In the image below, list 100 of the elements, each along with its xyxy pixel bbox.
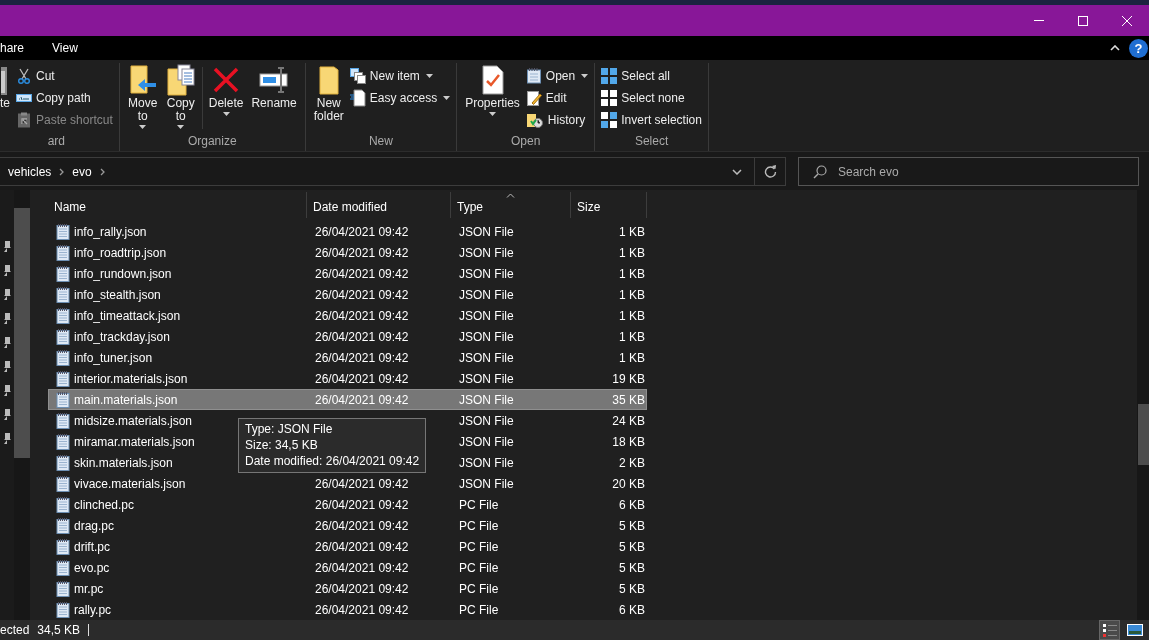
history-button[interactable]: History — [525, 111, 589, 129]
select-none-button[interactable]: Select none — [601, 89, 702, 107]
pin-icon[interactable] — [2, 432, 12, 446]
copy-to-button[interactable]: Copy to — [163, 63, 198, 129]
file-name[interactable]: midsize.materials.json — [74, 413, 193, 428]
view-button[interactable] — [1099, 620, 1120, 640]
scrollbar[interactable] — [14, 190, 30, 620]
paste-button[interactable]: te — [0, 63, 12, 110]
file-name[interactable]: info_timeattack.json — [74, 308, 181, 323]
address-bar[interactable]: vehicles evo — [0, 157, 786, 186]
file-type: JSON File — [459, 392, 514, 407]
file-name[interactable]: interior.materials.json — [74, 371, 188, 386]
menu-tab[interactable]: hare — [0, 41, 25, 55]
easy-access-button[interactable]: Easy access — [349, 89, 451, 107]
pin-icon[interactable] — [2, 384, 12, 398]
selection-size: 34,5 KB — [37, 623, 81, 637]
breadcrumb[interactable]: evo — [72, 164, 92, 179]
ribbon-group-label: ard — [46, 133, 67, 150]
rename-button[interactable]: Rename — [249, 63, 299, 110]
cut-button[interactable]: Cut — [16, 67, 113, 85]
file-name[interactable]: info_rally.json — [74, 224, 147, 239]
date-modified: 26/04/2021 09:42 — [315, 497, 409, 512]
breadcrumb[interactable]: vehicles — [8, 164, 52, 179]
file-name[interactable]: mr.pc — [74, 581, 104, 596]
file-name[interactable]: info_stealth.json — [74, 287, 161, 302]
pin-icon[interactable] — [2, 264, 12, 278]
file-name[interactable]: evo.pc — [74, 560, 110, 575]
file-size: 35 KB — [612, 392, 645, 407]
file-icon — [56, 475, 70, 492]
file-icon — [56, 601, 70, 618]
file-name[interactable]: clinched.pc — [74, 497, 135, 512]
shortcut-clipboard-icon — [16, 112, 32, 128]
file-name[interactable]: vivace.materials.json — [74, 476, 186, 491]
ribbon-group-label: Select — [633, 133, 670, 150]
move-to-button[interactable]: Move to — [125, 63, 160, 129]
file-name[interactable]: skin.materials.json — [74, 455, 173, 470]
file-size: 1 KB — [619, 308, 645, 323]
file-name[interactable]: info_tuner.json — [74, 350, 153, 365]
file-type: JSON File — [459, 476, 514, 491]
file-icon — [56, 559, 70, 576]
menu-tab[interactable]: View — [52, 41, 78, 55]
pin-icon[interactable] — [2, 312, 12, 326]
help-button[interactable]: ? — [1129, 38, 1148, 58]
date-modified: 26/04/2021 09:42 — [315, 329, 409, 344]
file-type: JSON File — [459, 434, 514, 449]
file-name[interactable]: info_rundown.json — [74, 266, 172, 281]
file-type: PC File — [459, 581, 499, 596]
file-icon — [56, 433, 70, 450]
date-modified: 26/04/2021 09:42 — [315, 581, 409, 596]
open-button[interactable]: Open — [525, 67, 589, 85]
pin-icon[interactable] — [2, 408, 12, 422]
file-type: PC File — [459, 560, 499, 575]
date-modified: 26/04/2021 09:42 — [315, 308, 409, 323]
copy-path-button[interactable]: Copy path — [16, 89, 113, 107]
scrollbar[interactable] — [1137, 190, 1149, 620]
date-modified: 26/04/2021 09:42 — [315, 560, 409, 575]
selected-row[interactable]: main.materials.json 26/04/2021 09:42 JSON File 35 KB — [48, 389, 647, 410]
new-folder-button[interactable]: New folder — [311, 63, 346, 123]
chevron-right-icon[interactable] — [99, 167, 105, 176]
file-size: 1 KB — [619, 245, 645, 260]
column-header[interactable]: Size — [571, 192, 647, 218]
select-all-button[interactable]: Select all — [601, 67, 702, 85]
file-type: JSON File — [459, 224, 514, 239]
delete-button[interactable]: Delete — [206, 63, 246, 116]
column-header[interactable]: Type — [451, 192, 571, 218]
pin-icon[interactable] — [2, 360, 12, 374]
document-check-icon — [480, 64, 505, 96]
file-icon — [56, 307, 70, 324]
chevron-down-icon[interactable] — [732, 168, 742, 175]
file-name[interactable]: rally.pc — [74, 602, 112, 617]
collapse-ribbon-icon[interactable] — [1110, 45, 1120, 51]
file-name[interactable]: info_trackday.json — [74, 329, 170, 344]
pin-icon[interactable] — [2, 288, 12, 302]
document-icon — [349, 89, 366, 107]
column-header[interactable]: Date modified — [307, 192, 451, 218]
close-icon — [1122, 15, 1132, 26]
file-type: JSON File — [459, 287, 514, 302]
invert-selection-button[interactable]: Invert selection — [601, 111, 702, 129]
refresh-icon[interactable] — [763, 165, 777, 178]
text-field-icon — [259, 64, 290, 96]
search-icon — [813, 165, 827, 179]
date-modified: 26/04/2021 09:42 — [315, 392, 409, 407]
ribbon-group-label: Organize — [186, 133, 238, 150]
file-name[interactable]: drag.pc — [74, 518, 115, 533]
file-name[interactable]: miramar.materials.json — [74, 434, 195, 449]
file-name[interactable]: drift.pc — [74, 539, 110, 554]
pin-icon[interactable] — [2, 240, 12, 254]
chevron-right-icon[interactable] — [59, 167, 65, 176]
selection-count: ected — [0, 623, 30, 637]
properties-button[interactable]: Properties — [463, 63, 522, 116]
pin-icon[interactable] — [2, 336, 12, 350]
file-name[interactable]: info_roadtrip.json — [74, 245, 167, 260]
file-icon — [56, 370, 70, 387]
date-modified: 26/04/2021 09:42 — [315, 539, 409, 554]
history-icon — [525, 112, 544, 128]
new-item-button[interactable]: New item — [349, 67, 451, 85]
search-field[interactable]: Search evo — [798, 157, 1139, 186]
edit-button[interactable]: Edit — [525, 89, 589, 107]
file-name[interactable]: main.materials.json — [74, 392, 178, 407]
column-header[interactable]: Name — [48, 192, 307, 218]
